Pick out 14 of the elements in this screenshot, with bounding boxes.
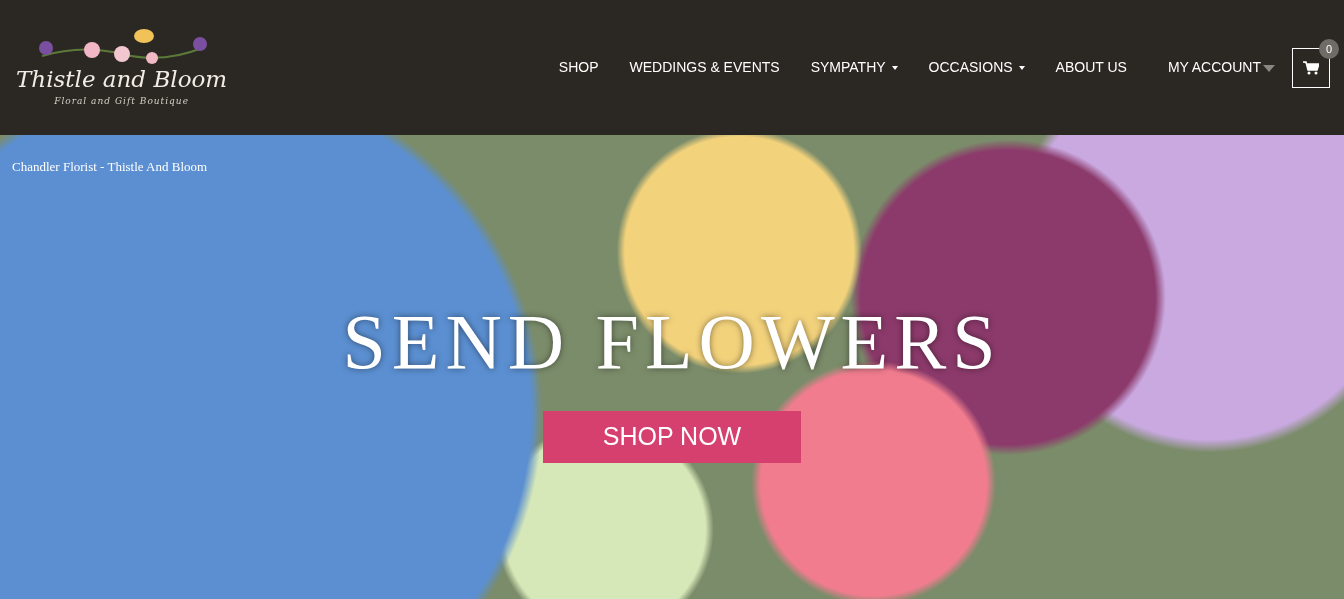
nav-link[interactable]: OCCASIONS xyxy=(928,53,1025,82)
cart-button[interactable] xyxy=(1292,47,1330,88)
cart-count-badge: 0 xyxy=(1319,38,1339,59)
cart-icon xyxy=(1303,60,1319,75)
caret-icon xyxy=(1263,64,1275,72)
nav-link[interactable]: WEDDINGS & EVENTS xyxy=(629,53,780,82)
nav-link[interactable]: ABOUT US xyxy=(1055,53,1127,82)
my-account-link[interactable]: MY ACCOUNT xyxy=(1167,57,1275,78)
nav-link[interactable]: SHOP xyxy=(558,53,599,82)
hero-caption: Chandler Florist - Thistle And Bloom xyxy=(11,158,208,176)
logo-title[interactable]: Thistle and Bloom xyxy=(16,68,228,92)
logo-tagline: Floral and Gift Boutique xyxy=(54,95,189,109)
nav-link[interactable]: SYMPATHY xyxy=(810,53,898,82)
shop-now-button[interactable]: SHOP NOW xyxy=(543,411,801,463)
